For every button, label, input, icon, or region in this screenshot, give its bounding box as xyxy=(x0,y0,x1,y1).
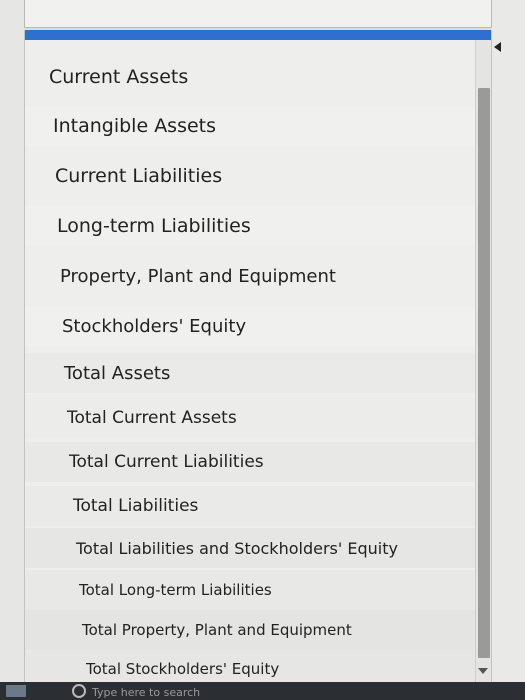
dropdown-option[interactable]: Total Stockholders' Equity xyxy=(25,649,480,684)
taskbar: Type here to search xyxy=(0,682,525,700)
dropdown-accent-bar xyxy=(25,30,491,40)
dropdown-option[interactable]: Property, Plant and Equipment xyxy=(25,256,480,296)
windows-start-icon[interactable] xyxy=(6,685,26,697)
page-right-margin xyxy=(491,0,525,700)
dropdown-list: Current Assets Intangible Assets Current… xyxy=(24,30,492,684)
collapse-arrow-icon[interactable] xyxy=(494,42,501,52)
option-label: Total Stockholders' Equity xyxy=(86,660,280,678)
option-label: Total Assets xyxy=(64,362,171,384)
dropdown-option[interactable]: Current Liabilities xyxy=(25,156,480,196)
option-label: Total Liabilities xyxy=(73,496,199,516)
dropdown-option[interactable]: Intangible Assets xyxy=(25,106,480,146)
option-label: Property, Plant and Equipment xyxy=(60,265,336,287)
option-label: Stockholders' Equity xyxy=(62,315,247,337)
dropdown-option[interactable]: Total Long-term Liabilities xyxy=(25,570,480,610)
dropdown-options: Current Assets Intangible Assets Current… xyxy=(25,40,480,684)
taskbar-search-text[interactable]: Type here to search xyxy=(92,686,200,699)
option-label: Total Long-term Liabilities xyxy=(79,581,272,599)
option-label: Long-term Liabilities xyxy=(57,215,251,237)
dropdown-option[interactable]: Total Assets xyxy=(25,353,480,393)
scrollbar[interactable] xyxy=(475,40,491,684)
dropdown-option[interactable]: Total Current Assets xyxy=(25,398,480,438)
option-label: Intangible Assets xyxy=(53,115,217,137)
dropdown-option[interactable]: Long-term Liabilities xyxy=(25,206,480,246)
option-label: Total Liabilities and Stockholders' Equi… xyxy=(76,538,398,558)
page-left-margin xyxy=(0,0,26,700)
option-label: Total Property, Plant and Equipment xyxy=(82,621,352,639)
option-label: Total Current Liabilities xyxy=(69,452,264,472)
dropdown-option[interactable]: Total Liabilities and Stockholders' Equi… xyxy=(25,528,480,568)
screen: Current Assets Intangible Assets Current… xyxy=(0,0,525,700)
dropdown-option[interactable]: Current Assets xyxy=(25,57,480,97)
scroll-down-arrow-icon[interactable] xyxy=(478,668,488,674)
option-label: Current Assets xyxy=(49,66,189,88)
option-label: Current Liabilities xyxy=(55,165,223,187)
option-label: Total Current Assets xyxy=(67,408,237,428)
scrollbar-thumb[interactable] xyxy=(478,88,490,658)
dropdown-option[interactable]: Stockholders' Equity xyxy=(25,306,480,346)
select-field[interactable] xyxy=(24,0,492,28)
dropdown-option[interactable]: Total Property, Plant and Equipment xyxy=(25,610,480,650)
search-icon[interactable] xyxy=(72,684,86,698)
dropdown-option[interactable]: Total Current Liabilities xyxy=(25,442,480,482)
dropdown-option[interactable]: Total Liabilities xyxy=(25,486,480,526)
